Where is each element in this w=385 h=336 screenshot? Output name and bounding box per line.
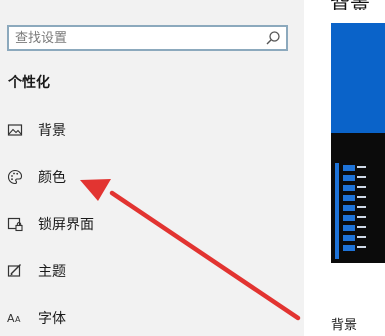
- image-icon: [7, 124, 23, 136]
- settings-sidebar: 个性化 背景 颜色 锁屏界面 主题: [0, 0, 304, 336]
- svg-text:A: A: [7, 312, 15, 325]
- palette-icon: [7, 169, 23, 185]
- nav-item-background[interactable]: 背景: [0, 112, 300, 148]
- nav-item-label: 背景: [38, 123, 66, 139]
- lock-screen-icon: [7, 217, 23, 232]
- search-icon[interactable]: [265, 30, 281, 46]
- nav-item-colors[interactable]: 颜色: [0, 159, 300, 195]
- page-title: 背景: [330, 0, 385, 10]
- taskbar-preview: [331, 133, 385, 263]
- nav-item-themes[interactable]: 主题: [0, 253, 300, 289]
- nav-item-label: 颜色: [38, 170, 66, 186]
- desktop-preview: [331, 23, 385, 133]
- svg-text:A: A: [15, 315, 21, 324]
- theme-icon: [7, 264, 21, 277]
- nav-item-fonts[interactable]: A A 字体: [0, 300, 300, 336]
- nav-item-lock-screen[interactable]: 锁屏界面: [0, 206, 300, 242]
- font-icon: A A: [7, 312, 21, 325]
- nav-item-label: 字体: [38, 311, 66, 327]
- search-box[interactable]: [7, 25, 288, 51]
- background-setting-label: 背景: [331, 318, 358, 333]
- section-title: 个性化: [8, 75, 50, 91]
- start-menu-tiles: [335, 163, 366, 259]
- nav-item-label: 锁屏界面: [38, 217, 94, 233]
- nav-item-label: 主题: [38, 264, 66, 280]
- search-input[interactable]: [9, 27, 260, 49]
